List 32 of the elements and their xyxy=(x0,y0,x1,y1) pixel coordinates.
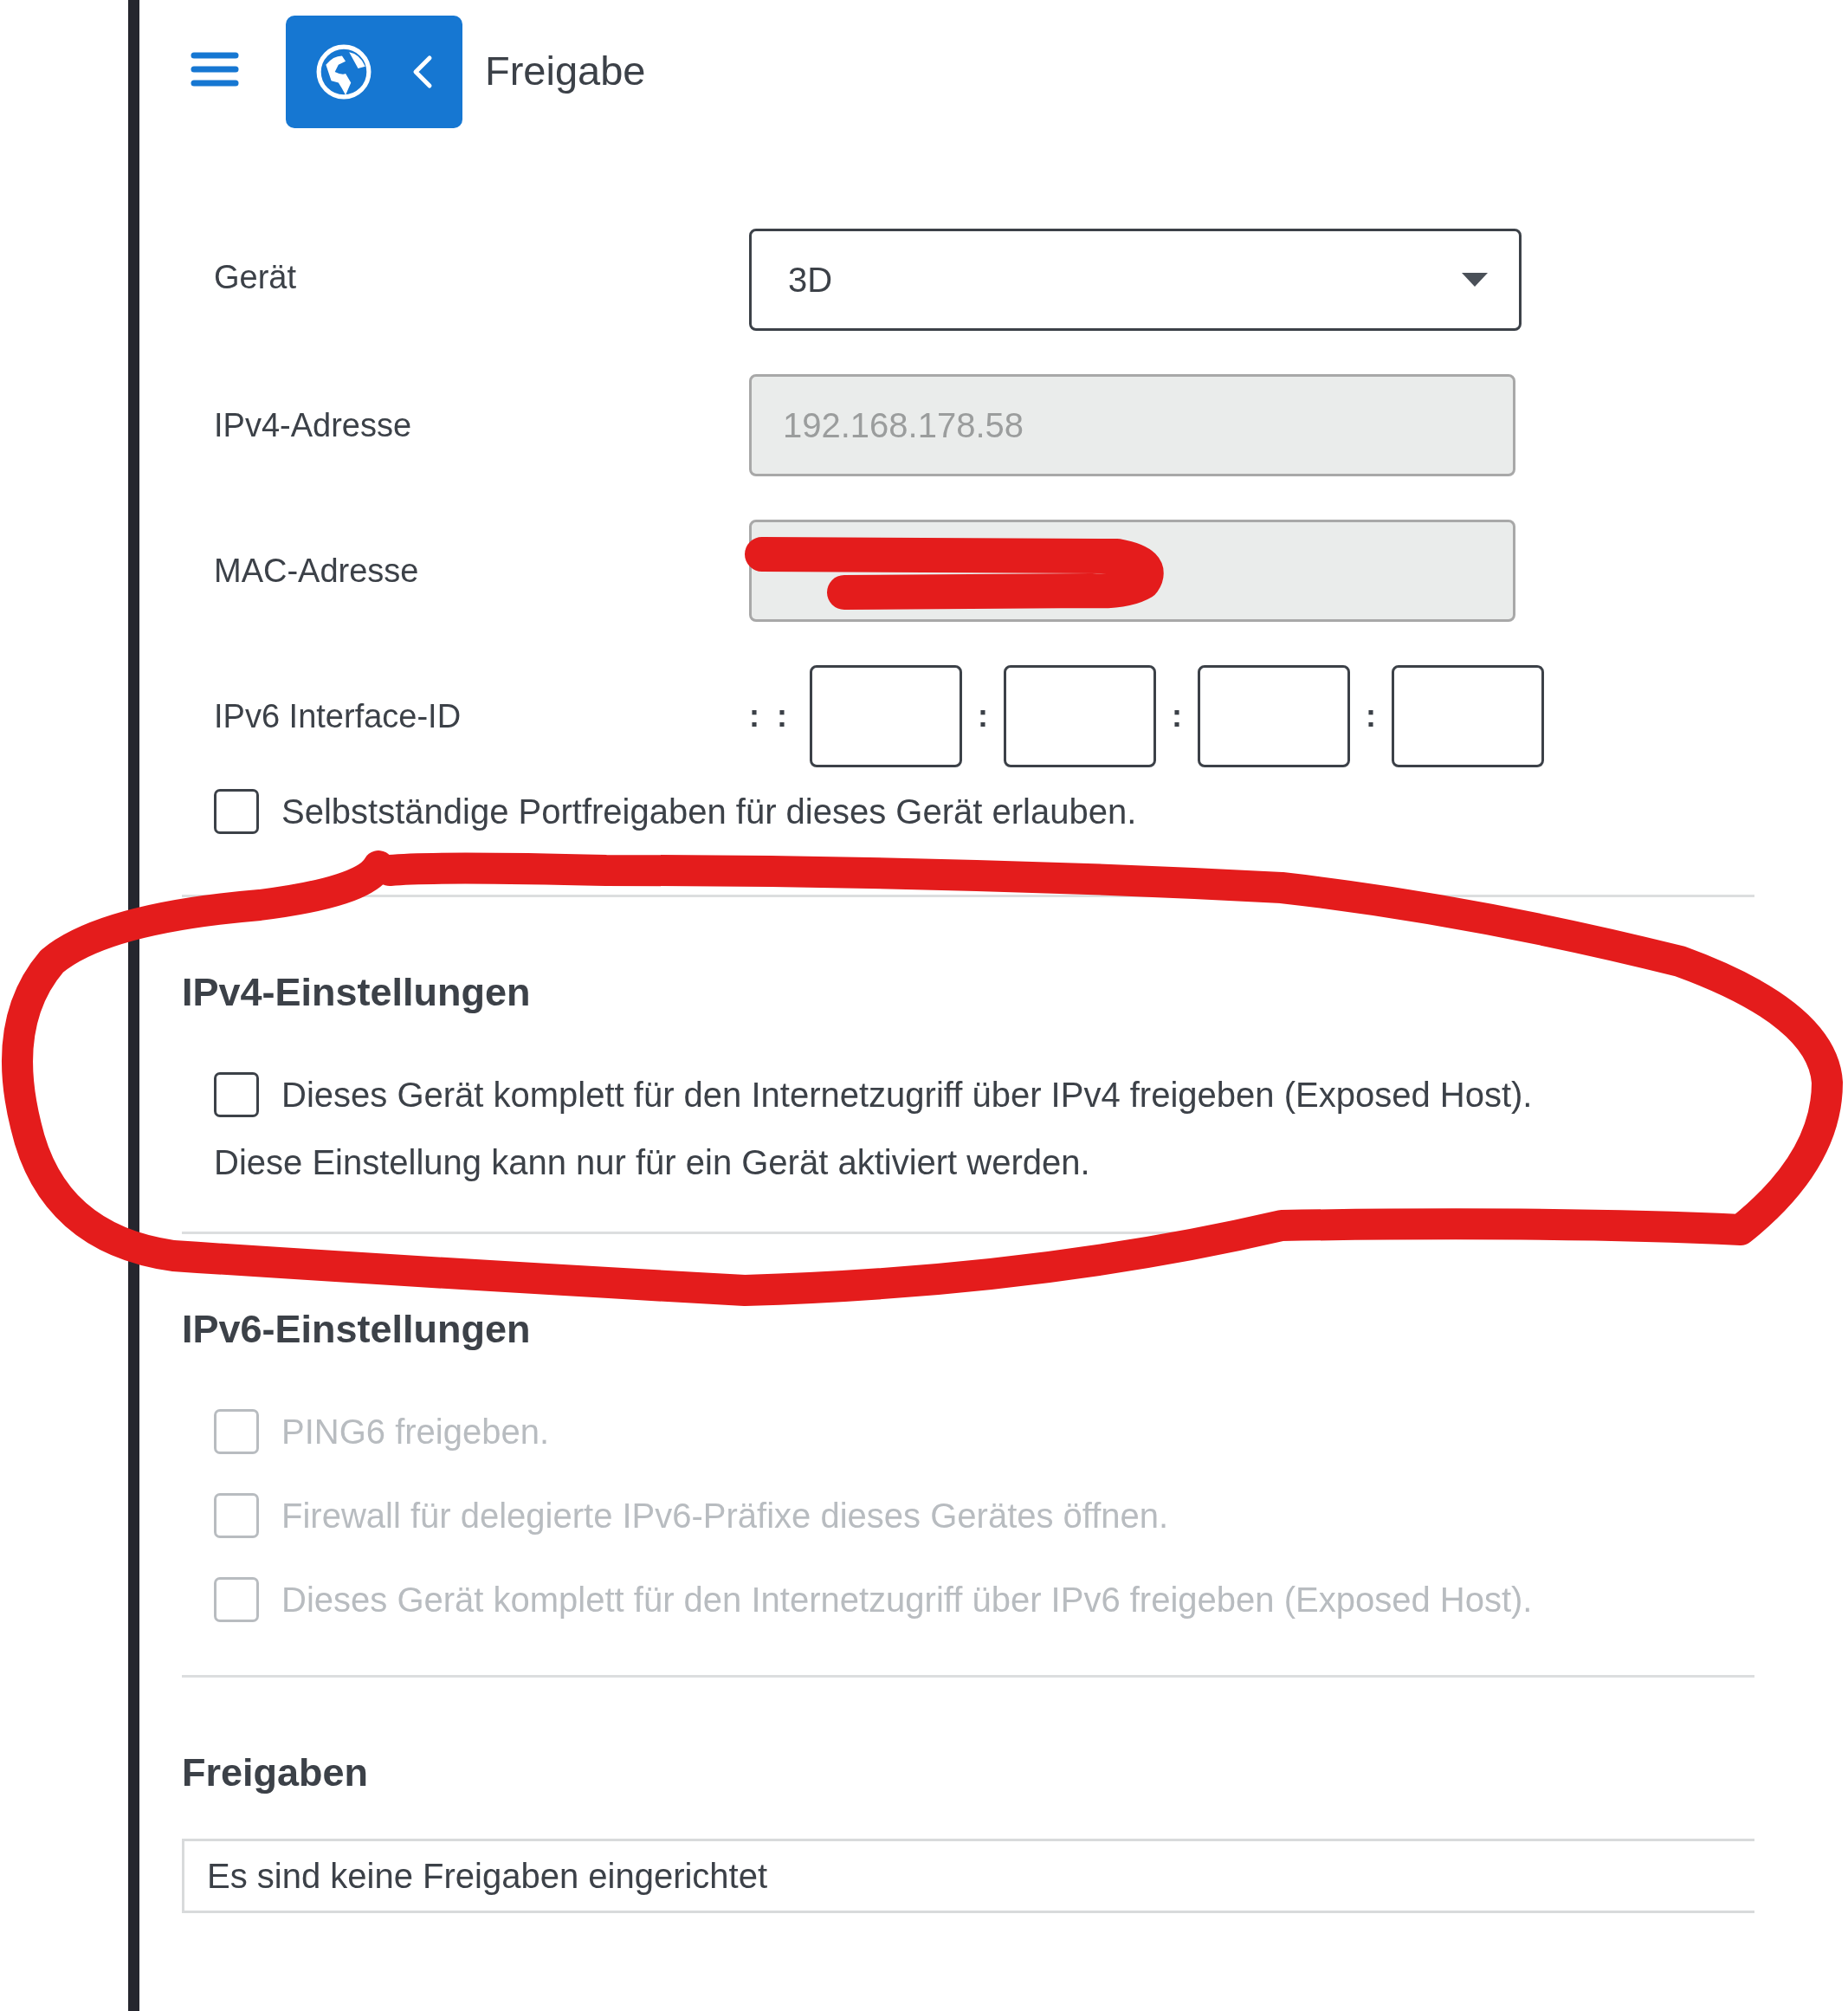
section-heading: IPv4-Einstellungen xyxy=(182,969,532,1016)
back-button[interactable] xyxy=(286,16,462,128)
colon-separator: : : xyxy=(749,698,787,734)
colon-separator: : xyxy=(978,698,988,734)
ipv6-segment-field[interactable] xyxy=(1198,665,1350,767)
field-label: IPv6 Interface-ID xyxy=(214,697,462,735)
checkbox-label: Dieses Gerät komplett für den Internetzugriff über IPv6 freigeben (Exposed Host). xyxy=(281,1580,1533,1620)
section-heading: IPv6-Einstellungen xyxy=(182,1306,532,1353)
field-label: MAC-Adresse xyxy=(214,552,420,590)
globe-icon xyxy=(315,43,372,100)
colon-separator: : xyxy=(1172,698,1182,734)
field-label: Gerät xyxy=(214,258,298,296)
checkbox-label: Dieses Gerät komplett für den Internetzugriff über IPv4 freigeben (Exposed Host). xyxy=(281,1075,1533,1115)
ipv6-segment-field[interactable] xyxy=(1392,665,1544,767)
empty-table: Es sind keine Freigaben eingerichtet xyxy=(182,1839,1754,1913)
checkbox-label: Firewall für delegierte IPv6-Präfixe dieses Gerätes öffnen. xyxy=(281,1496,1169,1536)
colon-separator: : xyxy=(1366,698,1376,734)
menu-icon[interactable] xyxy=(191,52,239,87)
checkbox-label: PING6 freigeben. xyxy=(281,1412,550,1452)
ipv6-segment-field[interactable] xyxy=(810,665,962,767)
field-label: IPv4-Adresse xyxy=(214,406,413,444)
device-select[interactable]: 3D xyxy=(749,229,1522,331)
checkbox[interactable] xyxy=(214,789,259,834)
section-heading: Freigaben xyxy=(182,1749,370,1796)
caret-icon xyxy=(1462,273,1488,287)
readonly-field: 192.168.178.58 xyxy=(749,374,1515,476)
checkbox-label: Selbstständige Portfreigaben für dieses Gerät erlauben. xyxy=(281,792,1137,831)
note-text: Diese Einstellung kann nur für ein Gerät aktiviert werden. xyxy=(213,1142,1091,1183)
checkbox[interactable] xyxy=(214,1072,259,1117)
page-title: Freigabe xyxy=(485,47,646,95)
ipv6-segment-field[interactable] xyxy=(1004,665,1156,767)
chevron-left-icon xyxy=(412,55,433,89)
